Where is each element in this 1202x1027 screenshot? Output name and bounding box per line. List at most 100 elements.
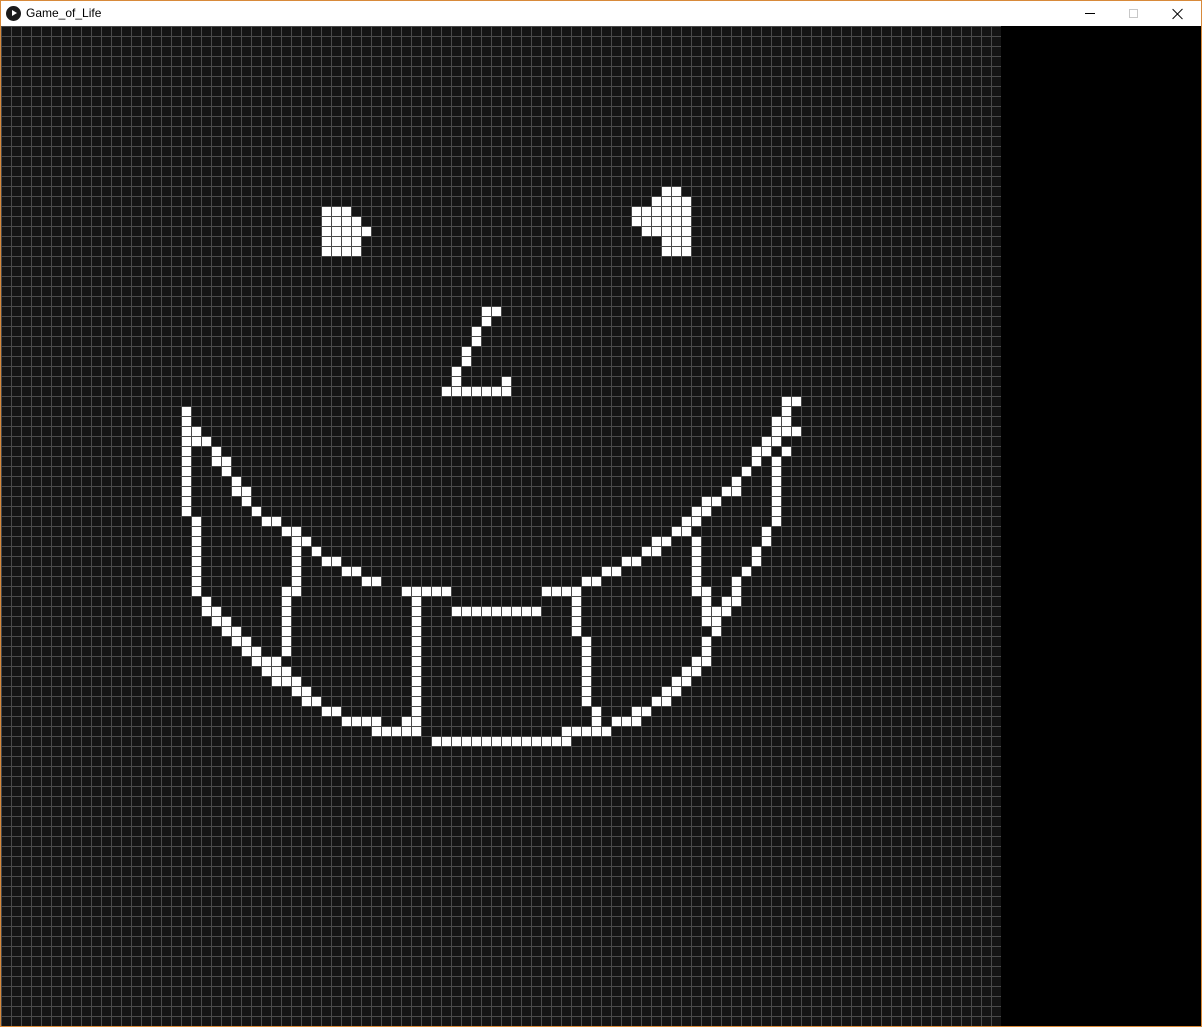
alive-cell[interactable] <box>582 657 591 666</box>
alive-cell[interactable] <box>572 607 581 616</box>
alive-cell[interactable] <box>432 587 441 596</box>
alive-cell[interactable] <box>592 707 601 716</box>
alive-cell[interactable] <box>672 207 681 216</box>
alive-cell[interactable] <box>182 507 191 516</box>
alive-cell[interactable] <box>412 607 421 616</box>
alive-cell[interactable] <box>622 557 631 566</box>
alive-cell[interactable] <box>732 477 741 486</box>
alive-cell[interactable] <box>652 697 661 706</box>
alive-cell[interactable] <box>762 437 771 446</box>
alive-cell[interactable] <box>412 647 421 656</box>
alive-cell[interactable] <box>662 537 671 546</box>
alive-cell[interactable] <box>182 457 191 466</box>
alive-cell[interactable] <box>192 517 201 526</box>
alive-cell[interactable] <box>682 247 691 256</box>
alive-cell[interactable] <box>472 337 481 346</box>
alive-cell[interactable] <box>682 227 691 236</box>
alive-cell[interactable] <box>292 587 301 596</box>
alive-cell[interactable] <box>792 427 801 436</box>
alive-cell[interactable] <box>272 667 281 676</box>
alive-cell[interactable] <box>452 367 461 376</box>
alive-cell[interactable] <box>212 607 221 616</box>
alive-cell[interactable] <box>402 587 411 596</box>
alive-cell[interactable] <box>772 497 781 506</box>
alive-cell[interactable] <box>582 727 591 736</box>
alive-cell[interactable] <box>682 667 691 676</box>
alive-cell[interactable] <box>292 527 301 536</box>
alive-cell[interactable] <box>192 437 201 446</box>
alive-cell[interactable] <box>482 387 491 396</box>
alive-cell[interactable] <box>602 727 611 736</box>
alive-cell[interactable] <box>202 437 211 446</box>
alive-cell[interactable] <box>612 567 621 576</box>
alive-cell[interactable] <box>702 607 711 616</box>
alive-cell[interactable] <box>322 707 331 716</box>
alive-cell[interactable] <box>752 557 761 566</box>
alive-cell[interactable] <box>672 197 681 206</box>
alive-cell[interactable] <box>612 717 621 726</box>
alive-cell[interactable] <box>672 687 681 696</box>
alive-cell[interactable] <box>682 517 691 526</box>
alive-cell[interactable] <box>352 247 361 256</box>
alive-cell[interactable] <box>762 537 771 546</box>
alive-cell[interactable] <box>642 207 651 216</box>
alive-cell[interactable] <box>532 607 541 616</box>
alive-cell[interactable] <box>652 197 661 206</box>
alive-cell[interactable] <box>452 737 461 746</box>
maximize-button[interactable] <box>1111 1 1156 26</box>
alive-cell[interactable] <box>652 547 661 556</box>
alive-cell[interactable] <box>702 507 711 516</box>
alive-cell[interactable] <box>342 237 351 246</box>
alive-cell[interactable] <box>692 537 701 546</box>
alive-cell[interactable] <box>192 557 201 566</box>
alive-cell[interactable] <box>702 617 711 626</box>
alive-cell[interactable] <box>782 407 791 416</box>
close-button[interactable] <box>1155 1 1200 26</box>
alive-cell[interactable] <box>702 637 711 646</box>
alive-cell[interactable] <box>522 737 531 746</box>
alive-cell[interactable] <box>772 437 781 446</box>
alive-cell[interactable] <box>732 577 741 586</box>
alive-cell[interactable] <box>362 577 371 586</box>
alive-cell[interactable] <box>412 727 421 736</box>
alive-cell[interactable] <box>662 187 671 196</box>
alive-cell[interactable] <box>252 657 261 666</box>
alive-cell[interactable] <box>182 487 191 496</box>
minimize-button[interactable] <box>1067 1 1112 26</box>
alive-cell[interactable] <box>232 477 241 486</box>
alive-cell[interactable] <box>282 527 291 536</box>
alive-cell[interactable] <box>182 407 191 416</box>
alive-cell[interactable] <box>322 247 331 256</box>
alive-cell[interactable] <box>412 637 421 646</box>
alive-cell[interactable] <box>752 457 761 466</box>
alive-cell[interactable] <box>352 227 361 236</box>
alive-cell[interactable] <box>712 497 721 506</box>
alive-cell[interactable] <box>572 627 581 636</box>
alive-cell[interactable] <box>272 517 281 526</box>
alive-cell[interactable] <box>282 597 291 606</box>
alive-cell[interactable] <box>212 447 221 456</box>
alive-cell[interactable] <box>202 597 211 606</box>
alive-cell[interactable] <box>662 687 671 696</box>
alive-cell[interactable] <box>582 677 591 686</box>
alive-cell[interactable] <box>732 587 741 596</box>
alive-cell[interactable] <box>322 217 331 226</box>
alive-cell[interactable] <box>362 717 371 726</box>
alive-cell[interactable] <box>472 327 481 336</box>
alive-cell[interactable] <box>332 207 341 216</box>
alive-cell[interactable] <box>762 447 771 456</box>
alive-cell[interactable] <box>412 717 421 726</box>
alive-cell[interactable] <box>732 597 741 606</box>
alive-cell[interactable] <box>692 577 701 586</box>
alive-cell[interactable] <box>672 227 681 236</box>
alive-cell[interactable] <box>322 557 331 566</box>
alive-cell[interactable] <box>292 687 301 696</box>
alive-cell[interactable] <box>352 237 361 246</box>
alive-cell[interactable] <box>482 307 491 316</box>
alive-cell[interactable] <box>412 627 421 636</box>
alive-cell[interactable] <box>222 467 231 476</box>
alive-cell[interactable] <box>192 567 201 576</box>
alive-cell[interactable] <box>462 387 471 396</box>
alive-cell[interactable] <box>682 527 691 536</box>
alive-cell[interactable] <box>482 607 491 616</box>
